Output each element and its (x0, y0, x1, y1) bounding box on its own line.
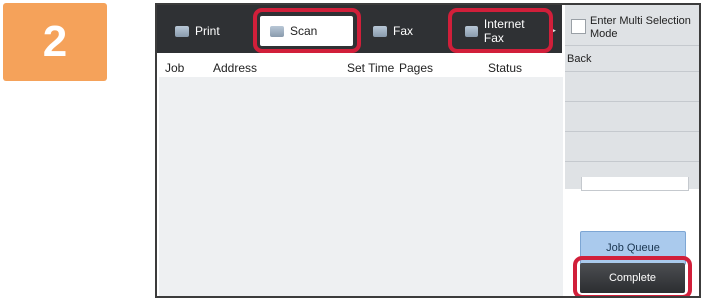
tab-fax-label: Fax (393, 24, 414, 38)
step-number: 2 (42, 17, 68, 66)
complete-label: Complete (608, 272, 657, 284)
column-header-pages: Pages (399, 61, 434, 75)
job-list[interactable] (159, 77, 563, 296)
step-number-badge: 2 (3, 3, 107, 81)
printer-icon (175, 25, 189, 37)
scroll-right-arrow-icon[interactable]: ▶ (549, 25, 556, 36)
action-panel-divider (565, 131, 699, 132)
tab-internet-fax-label: Internet Fax (483, 17, 525, 45)
action-panel-list: Enter Multi Selection Mode Back (565, 5, 699, 189)
job-queue-label: Job Queue (606, 242, 660, 254)
tab-bar: Print Scan Fax Internet Fax ▶ (157, 5, 562, 53)
column-header-address: Address (213, 61, 258, 75)
tab-print-label: Print (195, 24, 220, 38)
tab-print[interactable]: Print (165, 13, 255, 49)
action-panel-divider (565, 45, 699, 46)
tab-internet-fax[interactable]: Internet Fax (455, 13, 543, 49)
tab-scan-label: Scan (290, 24, 318, 38)
job-queue-button[interactable]: Job Queue (580, 231, 686, 265)
complete-button[interactable]: Complete (580, 263, 685, 293)
back-button[interactable]: Back (567, 53, 591, 65)
column-header-set-time: Set Time (347, 61, 395, 75)
multi-selection-toggle[interactable]: Enter Multi Selection Mode (571, 15, 699, 41)
action-panel-divider (565, 71, 699, 72)
column-header-status: Status (488, 61, 523, 75)
tab-fax[interactable]: Fax (363, 13, 449, 49)
stage: 2 Print Scan Fax Internet Fax ▶ Job Addr… (0, 0, 703, 300)
internet-fax-icon (465, 25, 478, 37)
action-panel-divider (565, 101, 699, 102)
multi-selection-checkbox[interactable] (571, 19, 586, 34)
column-header-job: Job (165, 61, 185, 75)
tab-scan[interactable]: Scan (260, 16, 353, 46)
multi-selection-label: Enter Multi Selection Mode (590, 15, 691, 40)
job-table-header: Job Address Set Time Pages Status (157, 57, 562, 77)
action-panel-divider (565, 161, 699, 162)
scanner-icon (270, 25, 284, 37)
panel-scroll-slot (581, 177, 689, 191)
fax-icon (373, 25, 387, 37)
job-status-screen: Print Scan Fax Internet Fax ▶ Job Addres… (155, 3, 701, 298)
